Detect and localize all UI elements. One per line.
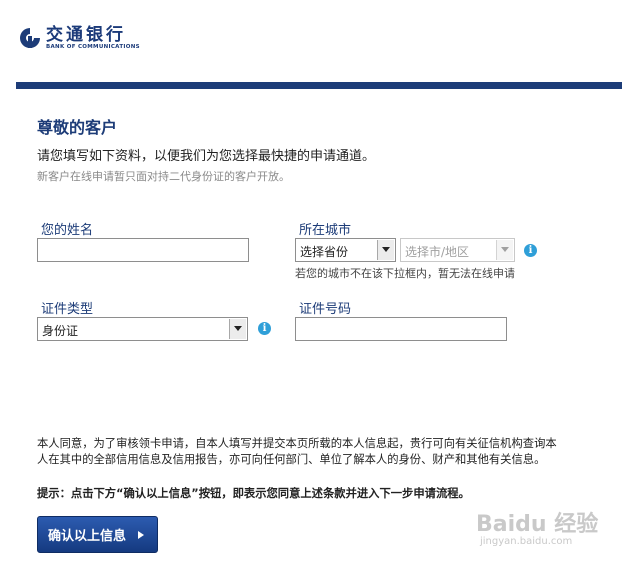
name-input[interactable] bbox=[37, 238, 249, 262]
confirm-info-button[interactable]: 确认以上信息 bbox=[37, 516, 158, 553]
watermark-url: jingyan.baidu.com bbox=[480, 536, 573, 547]
chevron-down-icon bbox=[377, 240, 394, 260]
id-number-input[interactable] bbox=[295, 317, 507, 341]
id-type-select-value: 身份证 bbox=[42, 324, 79, 338]
consent-tip: 提示：点击下方“确认以上信息”按钮，即表示您同意上述条款并进入下一步申请流程。 bbox=[37, 487, 470, 500]
city-select[interactable]: 选择市/地区 bbox=[400, 238, 515, 262]
consent-text: 本人同意，为了审核领卡申请，自本人填写并提交本页所载的本人信息起，贵行可向有关征… bbox=[37, 437, 557, 466]
logo-text: 交通银行 BANK OF COMMUNICATIONS bbox=[46, 26, 140, 51]
play-arrow-icon bbox=[138, 530, 145, 539]
name-label: 您的姓名 bbox=[41, 223, 94, 238]
id-type-select[interactable]: 身份证 bbox=[37, 317, 248, 341]
bank-logo[interactable]: 交通银行 BANK OF COMMUNICATIONS bbox=[18, 24, 140, 52]
bank-name-en: BANK OF COMMUNICATIONS bbox=[46, 43, 140, 50]
chevron-down-icon bbox=[229, 319, 246, 339]
baidu-watermark: Baidu 经验 jingyan.baidu.com bbox=[476, 506, 606, 551]
info-icon[interactable]: i bbox=[258, 322, 271, 335]
province-select-value: 选择省份 bbox=[300, 245, 349, 259]
page-title: 尊敬的客户 bbox=[37, 118, 118, 137]
city-select-value: 选择市/地区 bbox=[405, 245, 470, 259]
bank-name-cn: 交通银行 bbox=[46, 24, 126, 45]
chevron-down-icon bbox=[496, 240, 513, 260]
info-icon[interactable]: i bbox=[524, 244, 537, 257]
city-label: 所在城市 bbox=[299, 223, 352, 238]
watermark-brand: Baidu 经验 bbox=[476, 512, 599, 537]
eligibility-note: 新客户在线申请暂只面对持二代身份证的客户开放。 bbox=[37, 170, 290, 183]
header-divider-bar bbox=[16, 82, 622, 89]
city-hint: 若您的城市不在该下拉框内，暂无法在线申请 bbox=[295, 267, 515, 280]
id-number-label: 证件号码 bbox=[299, 302, 352, 317]
confirm-button-label: 确认以上信息 bbox=[48, 529, 127, 544]
bocom-logo-icon bbox=[20, 28, 40, 48]
id-type-label: 证件类型 bbox=[41, 302, 94, 317]
page-subtitle: 请您填写如下资料，以便我们为您选择最快捷的申请通道。 bbox=[37, 149, 376, 164]
province-select[interactable]: 选择省份 bbox=[295, 238, 396, 262]
